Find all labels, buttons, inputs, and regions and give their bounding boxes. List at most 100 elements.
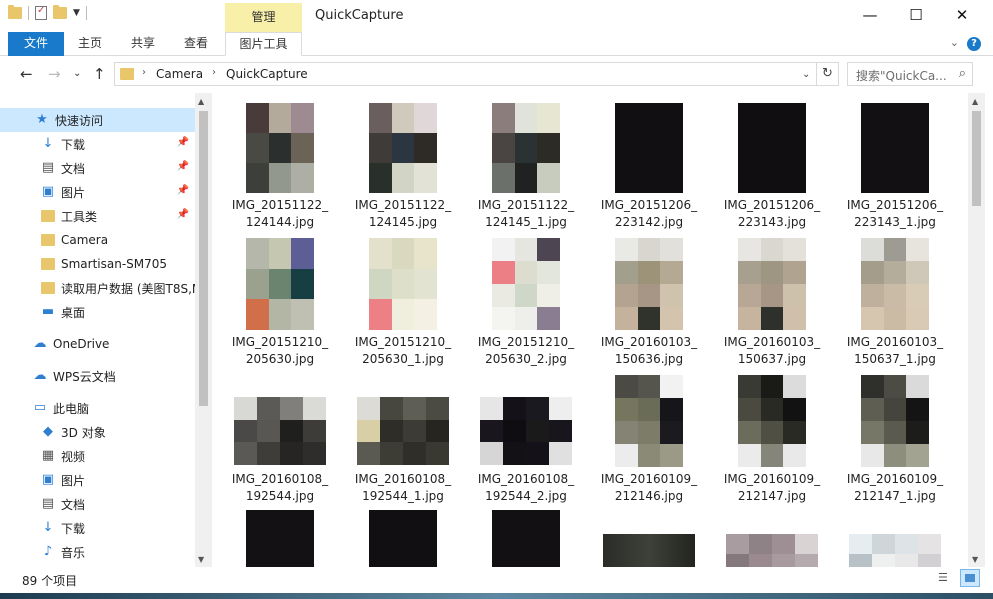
file-tile[interactable]: IMG_20160109_ 212146.jpg	[590, 375, 708, 505]
nav-quick-access[interactable]: ★ 快速访问	[0, 108, 195, 132]
address-history-chevron-icon[interactable]: ⌄	[802, 69, 810, 80]
nav-label: 下载	[61, 521, 86, 536]
document-icon: ▤	[41, 496, 55, 511]
file-tile[interactable]: IMG_20160109_ 212147_1.jpg	[836, 375, 954, 505]
help-icon[interactable]: ?	[967, 37, 981, 51]
file-tile[interactable]: IMG_20160108_ 192544.jpg	[221, 375, 339, 505]
large-icons-view-icon[interactable]	[960, 569, 980, 587]
nav-scrollbar[interactable]: ▲ ▼	[195, 93, 212, 567]
nav-wps-cloud[interactable]: ☁ WPS云文档	[0, 364, 195, 388]
tab-file[interactable]: 文件	[8, 32, 64, 56]
search-input[interactable]: 搜索"QuickCa... ⌕	[847, 62, 973, 86]
recent-locations-chevron-icon[interactable]: ⌄	[73, 68, 81, 79]
thumbnail-image	[492, 238, 560, 330]
forward-button[interactable]: →	[48, 65, 61, 83]
nav-label: 文档	[61, 497, 86, 512]
scroll-up-icon[interactable]: ▲	[972, 97, 978, 106]
nav-label: 图片	[61, 473, 86, 488]
cloud-outline-icon: ☁	[33, 368, 47, 383]
nav-videos[interactable]: ▦ 视频	[0, 444, 195, 468]
back-button[interactable]: ←	[20, 65, 33, 83]
file-tile[interactable]	[221, 510, 339, 567]
manage-contextual-tab[interactable]: 管理	[225, 3, 302, 32]
nav-smartisan-folder[interactable]: Smartisan-SM705	[0, 252, 195, 276]
pictures-icon: ▣	[41, 472, 55, 487]
nav-tools-folder[interactable]: 工具类 📌	[0, 204, 195, 228]
file-name-line1: IMG_20160108_	[231, 472, 329, 486]
nav-music[interactable]: ♪ 音乐	[0, 540, 195, 564]
thumbnail-image	[603, 534, 695, 567]
nav-pictures[interactable]: ▣ 图片	[0, 468, 195, 492]
content-scrollbar[interactable]: ▲ ▼	[968, 93, 985, 567]
file-name-line2: 192544_2.jpg	[485, 489, 567, 503]
tab-view[interactable]: 查看	[172, 32, 220, 56]
nav-documents[interactable]: ▤ 文档	[0, 492, 195, 516]
search-icon[interactable]: ⌕	[959, 66, 966, 81]
nav-label: 桌面	[61, 305, 86, 320]
nav-downloads-pinned[interactable]: ↓ 下载 📌	[0, 132, 195, 156]
scroll-up-icon[interactable]: ▲	[198, 97, 204, 106]
file-tile[interactable]: IMG_20151122_ 124145.jpg	[344, 101, 462, 231]
nav-scrollbar-thumb[interactable]	[199, 111, 208, 406]
file-tile[interactable]: IMG_20160109_ 212147.jpg	[713, 375, 831, 505]
file-tile[interactable]: IMG_20151206_ 223142.jpg	[590, 101, 708, 231]
file-name-line1: IMG_20151210_	[477, 335, 575, 349]
details-view-icon[interactable]: ☰	[938, 571, 956, 587]
nav-userdata-folder[interactable]: 读取用户数据 (美图T8S,M	[0, 276, 195, 300]
file-tile[interactable]: IMG_20160108_ 192544_2.jpg	[467, 375, 585, 505]
refresh-button[interactable]: ↻	[817, 62, 839, 86]
customize-toolbar-chevron-icon[interactable]: ▼	[73, 8, 80, 18]
file-name-line2: 223143_1.jpg	[854, 215, 936, 229]
file-tile[interactable]: IMG_20160108_ 192544_1.jpg	[344, 375, 462, 505]
up-button[interactable]: ↑	[93, 65, 106, 83]
properties-icon[interactable]	[35, 5, 47, 20]
scroll-down-icon[interactable]: ▼	[972, 555, 978, 564]
breadcrumb-quickcapture[interactable]: QuickCapture	[226, 67, 308, 81]
new-folder-icon[interactable]	[53, 5, 67, 19]
file-name-line2: 212147_1.jpg	[854, 489, 936, 503]
file-tile[interactable]: IMG_20160103_ 150637.jpg	[713, 238, 831, 368]
file-name-line1: IMG_20151122_	[354, 198, 452, 212]
maximize-button[interactable]: ☐	[893, 0, 939, 30]
breadcrumb-separator-icon[interactable]: ›	[142, 67, 146, 78]
breadcrumb-separator-icon[interactable]: ›	[212, 67, 216, 78]
expand-ribbon-chevron-icon[interactable]: ⌄	[950, 36, 959, 49]
tab-home[interactable]: 主页	[66, 32, 114, 56]
file-tile[interactable]: IMG_20151210_ 205630.jpg	[221, 238, 339, 368]
content-scrollbar-thumb[interactable]	[972, 111, 981, 206]
file-name-line1: IMG_20151210_	[354, 335, 452, 349]
nav-3d-objects[interactable]: ◆ 3D 对象	[0, 420, 195, 444]
nav-downloads[interactable]: ↓ 下载	[0, 516, 195, 540]
file-tile[interactable]	[344, 510, 462, 567]
file-tile[interactable]: IMG_20151122_ 124144.jpg	[221, 101, 339, 231]
thumbnail-image	[369, 510, 437, 567]
file-tile[interactable]: IMG_20151210_ 205630_2.jpg	[467, 238, 585, 368]
tab-share[interactable]: 共享	[119, 32, 167, 56]
nav-camera-folder[interactable]: Camera	[0, 228, 195, 252]
address-bar[interactable]: › Camera › QuickCapture ⌄	[114, 62, 817, 86]
file-name-line2: 124145_1.jpg	[485, 215, 567, 229]
file-tile[interactable]: IMG_20160103_ 150637_1.jpg	[836, 238, 954, 368]
file-name-line2: 223142.jpg	[614, 215, 684, 229]
file-tile[interactable]: IMG_20151206_ 223143.jpg	[713, 101, 831, 231]
file-tile[interactable]: IMG_20151122_ 124145_1.jpg	[467, 101, 585, 231]
nav-onedrive[interactable]: ☁ OneDrive	[0, 332, 195, 356]
file-tile[interactable]	[836, 510, 954, 567]
tab-picture-tools[interactable]: 图片工具	[225, 32, 302, 56]
close-button[interactable]: ✕	[939, 0, 985, 30]
nav-documents-pinned[interactable]: ▤ 文档 📌	[0, 156, 195, 180]
breadcrumb-camera[interactable]: Camera	[156, 67, 203, 81]
nav-this-pc[interactable]: ▭ 此电脑	[0, 396, 195, 420]
thumbnail-image	[615, 103, 683, 193]
file-tile[interactable]: IMG_20160103_ 150636.jpg	[590, 238, 708, 368]
minimize-button[interactable]: —	[847, 0, 893, 30]
file-name-line2: 205630.jpg	[245, 352, 315, 366]
scroll-down-icon[interactable]: ▼	[198, 555, 204, 564]
file-tile[interactable]	[713, 510, 831, 567]
file-tile[interactable]: IMG_20151206_ 223143_1.jpg	[836, 101, 954, 231]
nav-pictures-pinned[interactable]: ▣ 图片 📌	[0, 180, 195, 204]
file-tile[interactable]: IMG_20151210_ 205630_1.jpg	[344, 238, 462, 368]
nav-desktop[interactable]: ▬ 桌面	[0, 300, 195, 324]
file-tile[interactable]	[590, 510, 708, 567]
file-tile[interactable]	[467, 510, 585, 567]
